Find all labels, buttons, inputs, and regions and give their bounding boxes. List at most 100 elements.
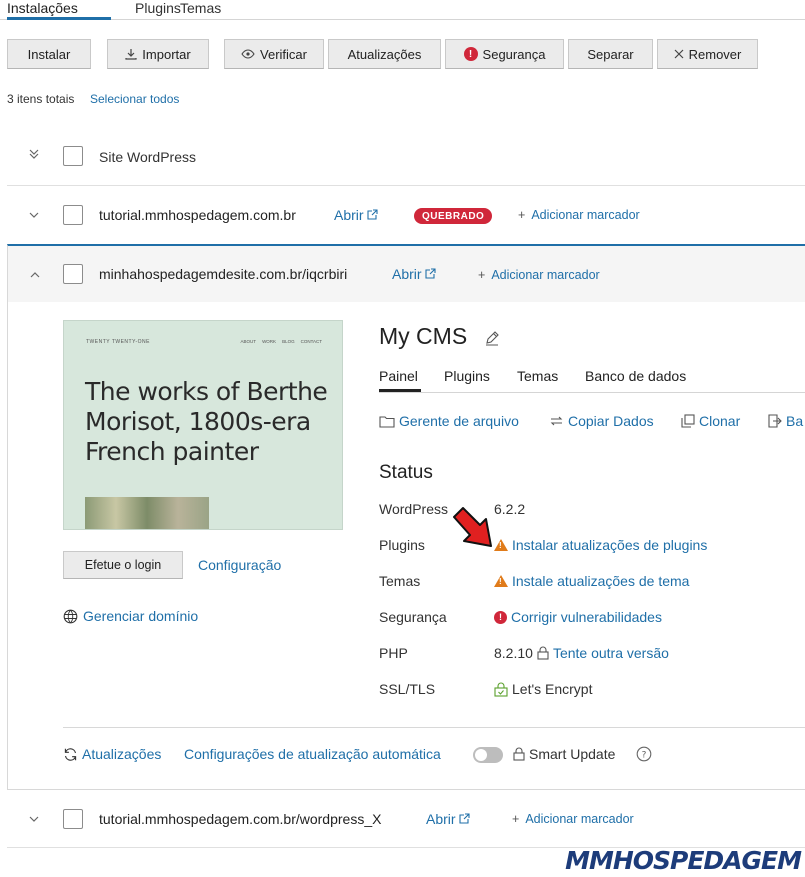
smart-update: Smart Update [513, 746, 615, 762]
lock-icon [537, 646, 549, 660]
items-count: 3 itens totais [7, 92, 75, 106]
php-status: 8.2.10 Tente outra versão [494, 645, 669, 661]
help-icon[interactable]: ? [636, 746, 652, 762]
mmhospedagem-logo: MMHOSPEDAGEM [565, 846, 802, 875]
config-link[interactable]: Configuração [198, 557, 281, 573]
installation-row: tutorial.mmhospedagem.com.br Abrir QUEBR… [7, 186, 805, 244]
cms-title: My CMS [379, 323, 468, 349]
refresh-icon [64, 747, 77, 761]
tab-plugins-inner[interactable]: Plugins [444, 368, 490, 384]
plugins-status-link[interactable]: Instalar atualizações de plugins [494, 537, 707, 553]
status-label: SSL/TLS [379, 681, 436, 697]
security-button[interactable]: ! Segurança [445, 39, 564, 69]
close-icon [674, 49, 684, 59]
clone-icon [681, 414, 695, 428]
alert-icon: ! [494, 610, 507, 624]
open-link[interactable]: Abrir [392, 266, 437, 282]
plus-icon: + [478, 268, 486, 282]
separate-button[interactable]: Separar [568, 39, 653, 69]
ssl-status: Let's Encrypt [494, 681, 593, 697]
pencil-icon[interactable] [484, 330, 500, 349]
external-link-icon [425, 268, 437, 279]
thumbnail-brand: TWENTY TWENTY-ONE [86, 339, 150, 345]
open-link[interactable]: Abrir [426, 811, 471, 827]
add-tag-link[interactable]: + Adicionar marcador [478, 268, 600, 282]
broken-badge: QUEBRADO [414, 208, 493, 224]
security-status-link[interactable]: ! Corrigir vulnerabilidades [494, 609, 662, 625]
installation-header: minhahospedagemdesite.com.br/iqcrbiri Ab… [8, 246, 805, 302]
tab-database[interactable]: Banco de dados [585, 368, 686, 384]
external-link-icon [459, 813, 471, 824]
install-button[interactable]: Instalar [7, 39, 91, 69]
installation-row: tutorial.mmhospedagem.com.br/wordpress_X… [7, 790, 805, 848]
status-label: PHP [379, 645, 408, 661]
lock-icon [513, 747, 525, 761]
divider [63, 727, 805, 728]
status-label: Segurança [379, 609, 447, 625]
group-name: Site WordPress [99, 149, 196, 165]
group-checkbox[interactable] [63, 146, 83, 166]
themes-status-link[interactable]: Instale atualizações de tema [494, 573, 689, 589]
add-tag-link[interactable]: + Adicionar marcador [512, 812, 634, 826]
installation-name: tutorial.mmhospedagem.com.br [99, 207, 296, 223]
tab-themes-inner[interactable]: Temas [517, 368, 558, 384]
red-arrow-icon [453, 507, 492, 547]
add-tag-link[interactable]: + Adicionar marcador [518, 208, 640, 222]
tab-plugins[interactable]: Plugins [135, 0, 181, 16]
active-tab-indicator [7, 17, 111, 20]
clone-link[interactable]: Clonar [681, 413, 740, 429]
status-label: Temas [379, 573, 421, 589]
backup-icon [768, 414, 782, 428]
globe-icon [63, 609, 78, 623]
login-button[interactable]: Efetue o login [63, 551, 183, 579]
installation-checkbox[interactable] [63, 809, 83, 829]
thumbnail-headline: The works of Berthe Morisot, 1800s-era F… [85, 377, 328, 466]
warning-icon [494, 575, 508, 587]
manage-domain-link[interactable]: Gerenciar domínio [63, 608, 198, 624]
tab-installations[interactable]: Instalações [7, 0, 78, 16]
tabs-divider [379, 392, 805, 393]
status-label: Plugins [379, 537, 425, 553]
double-chevron-down-icon[interactable] [29, 148, 39, 163]
tab-dashboard[interactable]: Painel [379, 368, 418, 384]
import-button[interactable]: Importar [107, 39, 209, 69]
try-other-version-link[interactable]: Tente outra versão [553, 645, 669, 661]
installation-checkbox[interactable] [63, 205, 83, 225]
verify-button[interactable]: Verificar [224, 39, 324, 69]
remove-button[interactable]: Remover [657, 39, 758, 69]
warning-icon [494, 539, 508, 551]
installation-name: tutorial.mmhospedagem.com.br/wordpress_X [99, 811, 382, 827]
plus-icon: + [518, 208, 526, 222]
file-manager-link[interactable]: Gerente de arquivo [379, 413, 519, 429]
installation-checkbox[interactable] [63, 264, 83, 284]
installation-name: minhahospedagemdesite.com.br/iqcrbiri [99, 266, 348, 282]
chevron-down-icon[interactable] [29, 812, 39, 826]
smart-update-toggle[interactable] [473, 747, 503, 763]
svg-text:?: ? [642, 751, 647, 761]
plus-icon: + [512, 812, 520, 826]
copy-data-link[interactable]: Copiar Dados [549, 413, 654, 429]
eye-icon [241, 49, 255, 59]
group-row: Site WordPress [7, 128, 805, 186]
folder-icon [379, 415, 395, 428]
external-link-icon [367, 209, 379, 220]
updates-button[interactable]: Atualizações [328, 39, 441, 69]
thumbnail-nav: ABOUT WORK BLOG CONTACT [240, 339, 322, 344]
select-all-link[interactable]: Selecionar todos [90, 92, 179, 106]
status-label: WordPress [379, 501, 448, 517]
updates-link[interactable]: Atualizações [63, 746, 161, 762]
lock-check-icon [494, 682, 508, 697]
sync-icon [550, 416, 563, 426]
open-link[interactable]: Abrir [334, 207, 379, 223]
status-title: Status [379, 462, 433, 483]
auto-update-settings-link[interactable]: Configurações de atualização automática [184, 746, 441, 762]
backup-link[interactable]: Ba [768, 413, 803, 429]
chevron-down-icon[interactable] [29, 208, 39, 222]
top-tabs: Instalações Plugins Temas [0, 0, 805, 20]
thumbnail-image [85, 497, 209, 529]
import-icon [125, 49, 137, 60]
tab-themes[interactable]: Temas [180, 0, 221, 16]
chevron-up-icon[interactable] [30, 268, 40, 282]
wordpress-version: 6.2.2 [494, 501, 526, 517]
site-thumbnail[interactable]: TWENTY TWENTY-ONE ABOUT WORK BLOG CONTAC… [63, 320, 343, 530]
